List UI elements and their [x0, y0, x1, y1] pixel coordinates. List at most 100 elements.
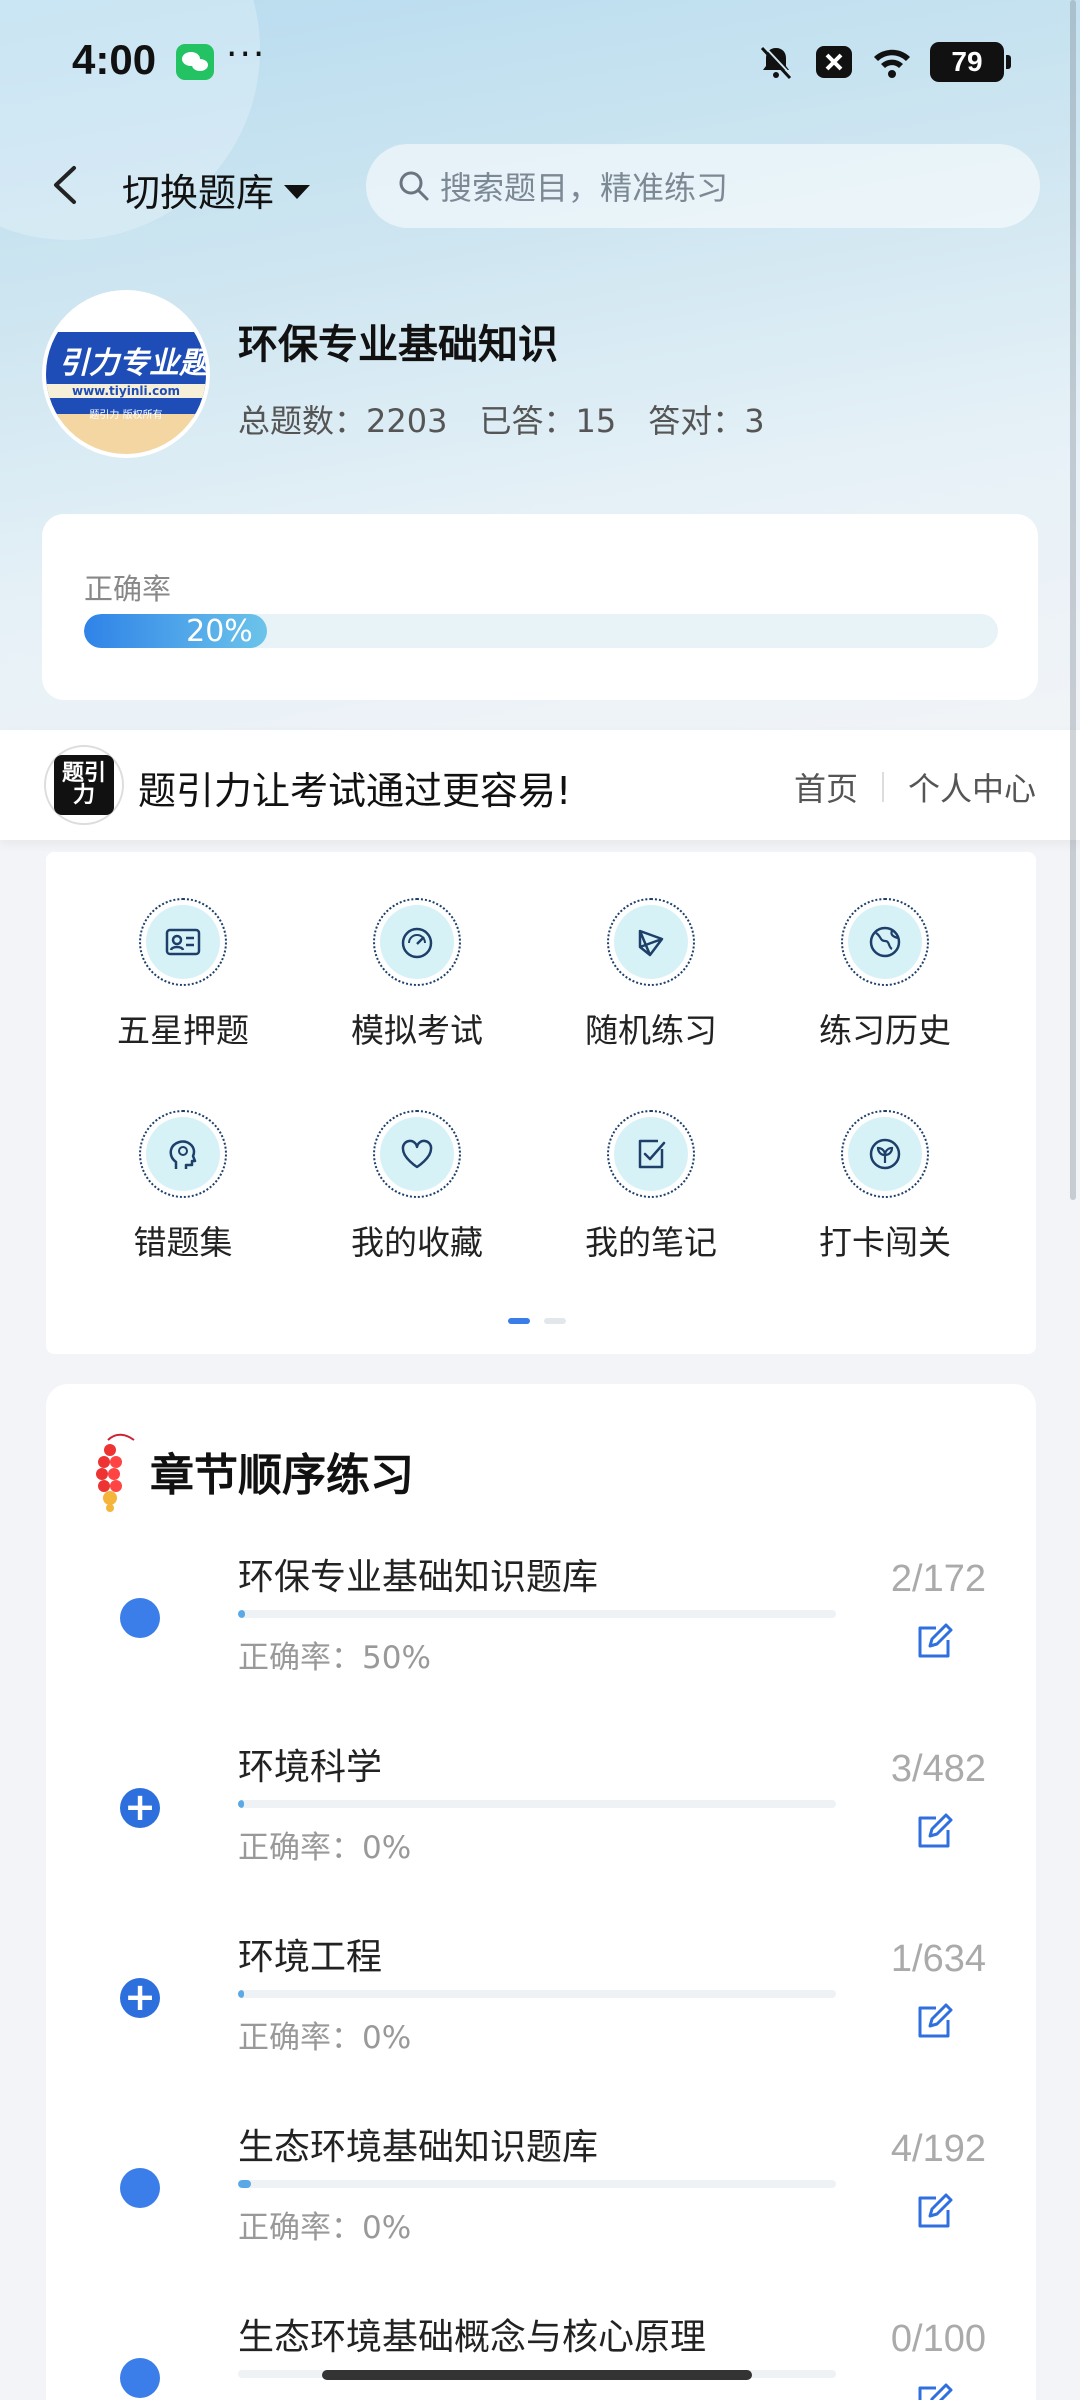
chapter-progress-bar — [238, 1610, 836, 1618]
chapter-name: 生态环境基础概念与核心原理 — [238, 2317, 707, 2358]
bank-stats: 总题数：2203 已答：15 答对：3 — [238, 396, 765, 442]
chapter-progress-fill — [238, 1610, 246, 1618]
function-notes[interactable]: 我的笔记 — [534, 1110, 768, 1264]
expand-plus-icon[interactable]: + — [120, 1978, 160, 2018]
home-indicator[interactable] — [322, 2370, 752, 2380]
chapter-name: 生态环境基础知识题库 — [238, 2127, 599, 2168]
search-icon — [399, 171, 429, 201]
caret-down-icon — [284, 184, 311, 199]
status-time: 4:00 — [72, 36, 157, 83]
wechat-icon — [176, 44, 214, 80]
bank-logo-url: www.tiyinli.com — [46, 384, 206, 398]
chapter-accuracy: 正确率：0% — [238, 2210, 412, 2246]
personal-center-link[interactable]: 个人中心 — [908, 764, 1036, 810]
chapter-accuracy: 正确率：50% — [238, 1640, 431, 1676]
chapter-row[interactable]: + 环境工程正确率：0% 1/634 — [46, 1928, 1036, 2118]
chapter-row[interactable]: 生态环境基础知识题库正确率：0% 4/192 — [46, 2118, 1036, 2308]
page-dot — [544, 1318, 566, 1324]
chapter-progress-fill — [238, 1800, 244, 1808]
edit-icon[interactable] — [914, 1812, 954, 1852]
chapter-accuracy: 正确率：0% — [238, 1830, 412, 1866]
function-five-star[interactable]: 五星押题 — [66, 898, 300, 1052]
bell-off-icon — [760, 45, 793, 80]
promo-logo[interactable]: 题引力 — [44, 745, 124, 825]
function-label: 随机练习 — [585, 1011, 717, 1050]
switch-bank-label: 切换题库 — [122, 171, 275, 215]
switch-bank-button[interactable]: 切换题库 — [122, 162, 311, 217]
promo-bar: 题引力 题引力让考试通过更容易! 首页 个人中心 — [0, 730, 1080, 840]
function-label: 我的笔记 — [585, 1223, 717, 1262]
chapter-header: 章节顺序练习 — [88, 1428, 414, 1514]
bank-title: 环保专业基础知识 — [238, 322, 558, 368]
accuracy-value: 20% — [186, 614, 253, 648]
function-label: 打卡闯关 — [819, 1223, 951, 1262]
function-label: 五星押题 — [117, 1011, 249, 1050]
more-notifications-icon: ··· — [226, 34, 267, 75]
edit-icon[interactable] — [914, 2382, 954, 2400]
function-wrong-questions[interactable]: 错题集 — [66, 1110, 300, 1264]
chapter-accuracy: 正确率：0% — [238, 2020, 412, 2056]
function-label: 练习历史 — [819, 1011, 951, 1050]
chapter-count: 3/482 — [890, 1748, 986, 1790]
accuracy-card: 正确率 20% — [42, 514, 1038, 700]
expand-plus-icon[interactable]: + — [120, 1788, 160, 1828]
firecracker-icon — [96, 1433, 135, 1512]
chapter-row[interactable]: + 环境科学正确率：0% 3/482 — [46, 1738, 1036, 1928]
chapter-section-title: 章节顺序练习 — [150, 1450, 414, 1501]
bank-logo: 引力专业题 www.tiyinli.com 题引力 版权所有 — [42, 290, 210, 458]
back-arrow-icon[interactable] — [44, 160, 88, 210]
link-divider — [881, 772, 884, 802]
chapter-progress-bar — [238, 1800, 836, 1808]
page-scrollbar[interactable] — [1070, 0, 1076, 1200]
chapter-name: 环境工程 — [238, 1937, 383, 1978]
chapter-dot-icon — [120, 2168, 160, 2208]
chapter-name: 环境科学 — [238, 1747, 383, 1788]
id-card-icon — [165, 928, 201, 956]
gauge-icon — [401, 927, 433, 959]
chapter-practice-card: 章节顺序练习 环保专业基础知识题库正确率：50% 2/172 + 环境科学正确率：0%… — [46, 1384, 1036, 2400]
bank-logo-subtext: 题引力 版权所有 — [89, 410, 163, 421]
function-label: 我的收藏 — [351, 1223, 483, 1262]
function-mock-exam[interactable]: 模拟考试 — [300, 898, 534, 1052]
chapter-progress-fill — [238, 2180, 251, 2188]
function-label: 模拟考试 — [351, 1011, 483, 1050]
chapter-progress-fill — [238, 1990, 244, 1998]
chapter-count: 0/100 — [890, 2318, 986, 2360]
chapter-row[interactable]: 生态环境基础概念与核心原理 0/100 — [46, 2308, 1036, 2400]
search-input[interactable]: 搜索题目，精准练习 — [366, 144, 1040, 228]
note-check-icon — [638, 1139, 666, 1169]
chapter-progress-bar — [238, 2180, 836, 2188]
correct-count: 答对：3 — [648, 402, 765, 440]
home-link[interactable]: 首页 — [794, 764, 858, 810]
status-bar: 4:00 ··· 79 — [0, 30, 1080, 100]
total-count: 总题数：2203 — [238, 402, 448, 440]
edit-icon[interactable] — [914, 2002, 954, 2042]
edit-icon[interactable] — [914, 1622, 954, 1662]
bank-logo-text: 引力专业题 — [59, 346, 209, 381]
chapter-name: 环保专业基础知识题库 — [238, 1557, 599, 1598]
wifi-icon — [874, 49, 910, 78]
function-favorites[interactable]: 我的收藏 — [300, 1110, 534, 1264]
function-check-in[interactable]: 打卡闯关 — [768, 1110, 1002, 1264]
top-header: 切换题库 搜索题目，精准练习 — [0, 140, 1080, 230]
chapter-dot-icon — [120, 2358, 160, 2398]
accuracy-progress-fill: 20% — [84, 614, 267, 648]
promo-logo-text: 题引力 — [54, 755, 114, 815]
chapter-count: 1/634 — [890, 1938, 986, 1980]
globe-icon — [869, 926, 901, 958]
chapter-row[interactable]: 环保专业基础知识题库正确率：50% 2/172 — [46, 1548, 1036, 1738]
function-random-practice[interactable]: 随机练习 — [534, 898, 768, 1052]
function-label: 错题集 — [133, 1223, 233, 1262]
chapter-dot-icon — [120, 1598, 160, 1638]
chapter-count: 4/192 — [890, 2128, 986, 2170]
network-icon — [638, 929, 664, 957]
answered-count: 已答：15 — [479, 402, 617, 440]
leaf-badge-icon — [869, 1138, 901, 1170]
page-dot-active — [508, 1318, 530, 1324]
function-history[interactable]: 练习历史 — [768, 898, 1002, 1052]
accuracy-label: 正确率 — [84, 572, 172, 606]
search-placeholder: 搜索题目，精准练习 — [440, 169, 729, 207]
edit-icon[interactable] — [914, 2192, 954, 2232]
chapter-count: 2/172 — [890, 1558, 986, 1600]
battery-icon: 79 — [930, 42, 1011, 82]
